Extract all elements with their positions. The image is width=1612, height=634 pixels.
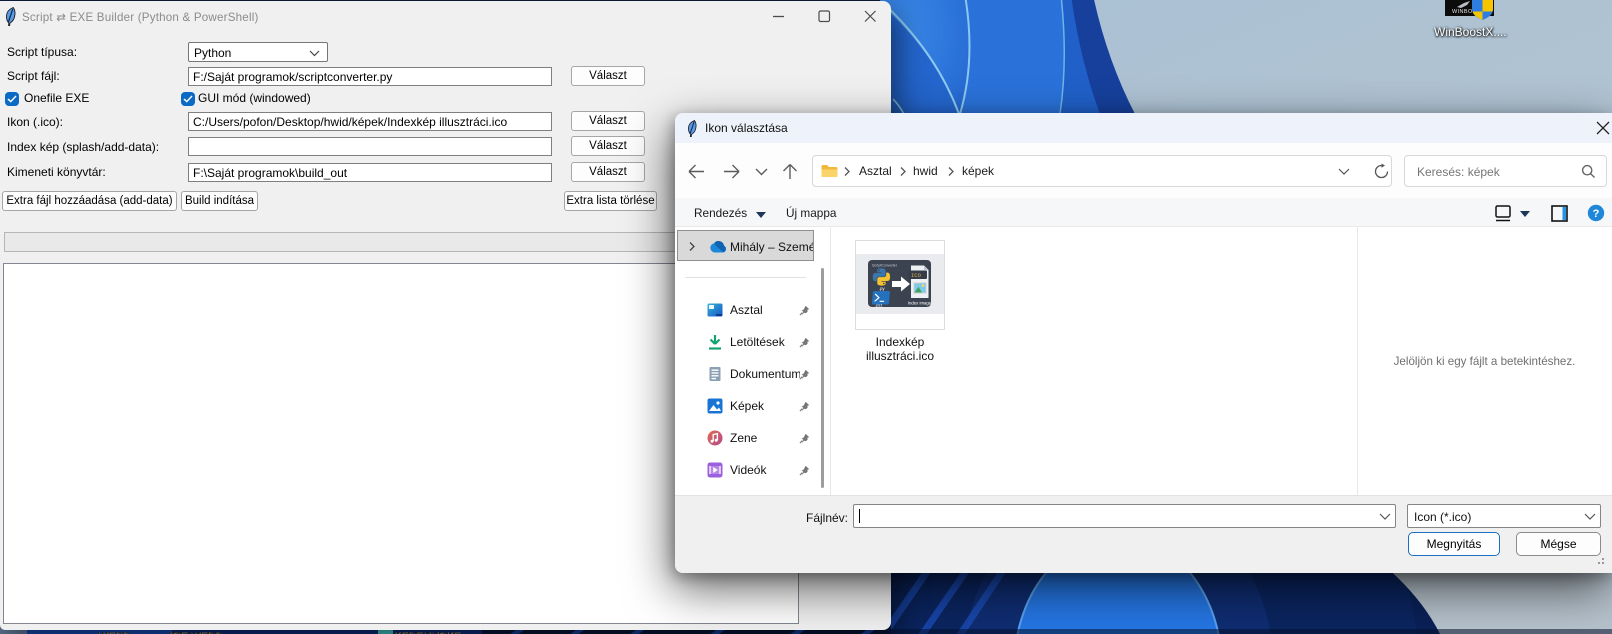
svg-text:Index image: Index image [908,301,932,306]
svg-text:ICO: ICO [911,272,922,279]
svg-text:ScriptConverter: ScriptConverter [872,264,898,268]
svg-text:.py: .py [879,286,885,291]
svg-text:?: ? [1593,208,1600,220]
svg-text:JOE WEDD: JOE WEDD [167,630,223,634]
svg-text:KEDEMVOKE: KEDEMVOKE [394,630,461,634]
svg-text:.ps1: .ps1 [875,302,883,307]
svg-text:WEDD: WEDD [98,630,130,634]
